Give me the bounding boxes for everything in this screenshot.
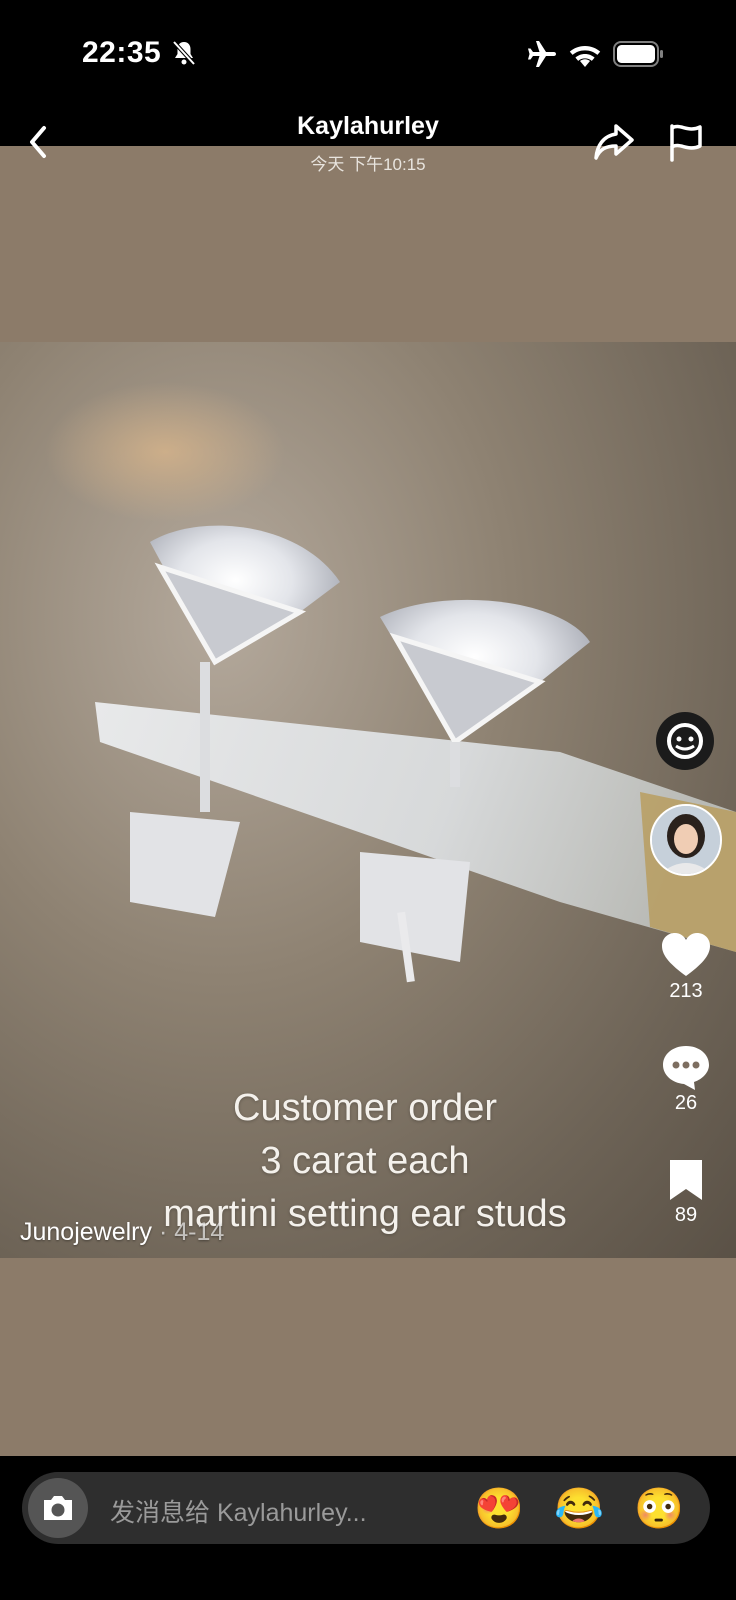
airplane-icon xyxy=(528,41,556,67)
save-count: 89 xyxy=(674,1204,698,1226)
comment-count: 26 xyxy=(674,1092,698,1114)
author-line[interactable]: Junojewelry · 4-14 xyxy=(20,1218,224,1247)
heart-icon xyxy=(662,933,710,976)
share-arrow-icon xyxy=(594,124,634,160)
emoji-flushed-button[interactable]: 😳 xyxy=(634,1484,684,1534)
bookmark-icon xyxy=(670,1160,702,1200)
status-time: 22:35 xyxy=(82,36,162,69)
author-name[interactable]: Junojewelry xyxy=(20,1218,152,1246)
comment-icon xyxy=(663,1046,709,1090)
caption-line: 3 carat each xyxy=(260,1140,470,1182)
like-button[interactable]: 213 xyxy=(656,932,716,1003)
save-button[interactable]: 89 xyxy=(656,1158,716,1227)
wifi-icon xyxy=(569,46,601,67)
like-count: 213 xyxy=(669,980,703,1002)
camera-icon xyxy=(44,1496,72,1520)
ai-assistant-button[interactable] xyxy=(656,712,714,770)
creator-avatar[interactable] xyxy=(650,804,722,876)
post-date: · 4-14 xyxy=(152,1218,225,1246)
battery-icon xyxy=(613,41,663,67)
report-button[interactable] xyxy=(666,120,706,164)
camera-button[interactable] xyxy=(28,1478,88,1538)
flag-icon xyxy=(670,124,702,162)
emoji-heart-eyes-button[interactable]: 😍 xyxy=(474,1484,524,1534)
message-placeholder: 发消息给 Kaylahurley... xyxy=(110,1499,367,1527)
caption-line: Customer order xyxy=(233,1087,497,1129)
emoji-laughing-button[interactable]: 😂 xyxy=(554,1484,604,1534)
share-button[interactable] xyxy=(592,120,636,164)
chat-bot-icon xyxy=(667,723,703,759)
avatar-image xyxy=(652,806,720,874)
comment-button[interactable]: 26 xyxy=(656,1044,716,1115)
bell-slash-icon xyxy=(172,40,196,66)
